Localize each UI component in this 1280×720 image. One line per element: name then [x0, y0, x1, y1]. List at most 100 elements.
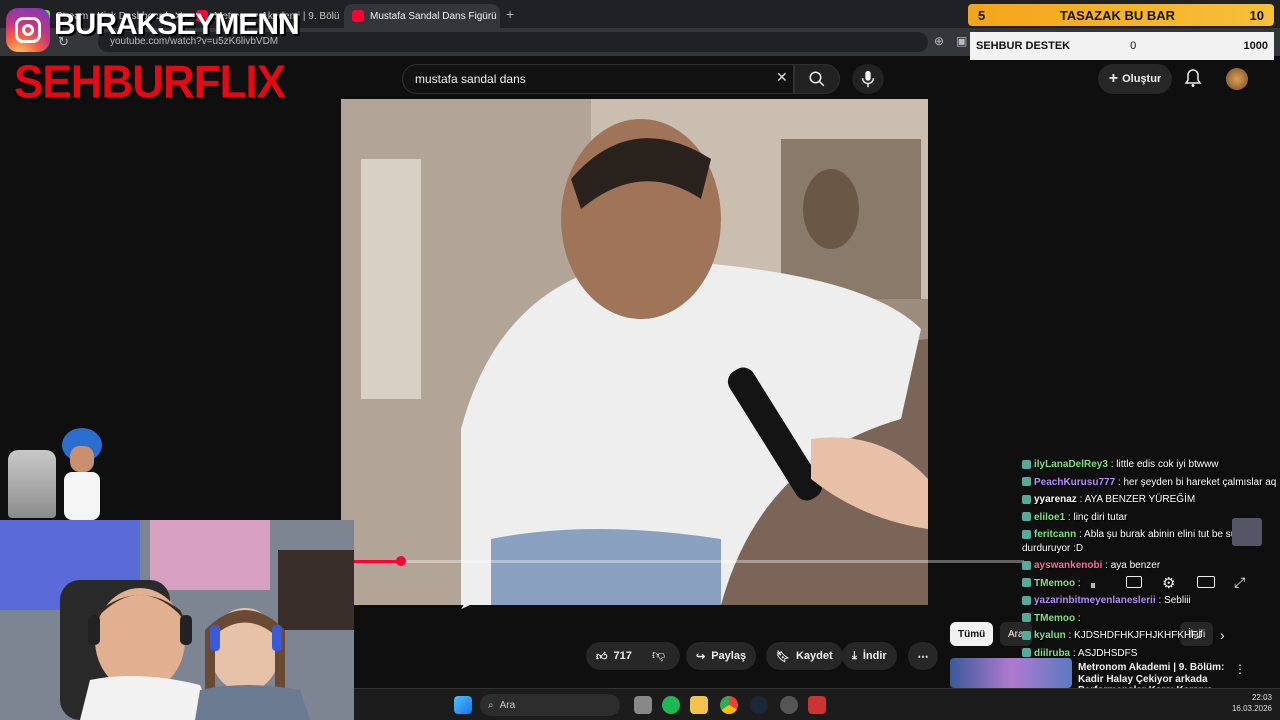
video-frame: [341, 99, 928, 605]
trash-can-image: [8, 450, 56, 518]
share-button[interactable]: ↪ Paylaş: [686, 642, 757, 670]
search-button[interactable]: [794, 64, 840, 94]
chat-text: : Sebliii: [1155, 595, 1191, 606]
share-label: Paylaş: [711, 650, 747, 662]
chat-message: TMemoo :: [1022, 612, 1280, 626]
progress-fill: [354, 560, 401, 563]
clock-time: 22:03: [1251, 693, 1272, 702]
taskbar-search-label: Ara: [499, 699, 516, 711]
webcam-image: [0, 520, 354, 720]
save-button[interactable]: 🔖︎ Kaydet: [766, 642, 843, 670]
chat-username[interactable]: kyalun: [1034, 630, 1066, 641]
system-clock[interactable]: 22:03 16.03.2026: [1232, 692, 1272, 714]
avatar[interactable]: [1226, 68, 1248, 90]
badge-icon: [1022, 578, 1031, 588]
like-button[interactable]: 👍︎ 717: [586, 642, 680, 670]
chat-text: :: [1075, 612, 1081, 624]
download-button[interactable]: ⤓ İndir: [842, 642, 897, 670]
chat-text: : ASJDHSDFS: [1070, 647, 1138, 659]
chat-message: TMemoo :: [1022, 577, 1280, 591]
chat-username[interactable]: eliloe1: [1034, 512, 1065, 523]
new-tab-icon[interactable]: +: [506, 6, 514, 22]
chat-message: ilyLanaDelRey3 : little edis cok iyi btw…: [1022, 458, 1280, 472]
zoom-icon[interactable]: ⊕: [934, 34, 944, 48]
badge-icon: [1022, 613, 1031, 623]
chat-message: yyarenaz : AYA BENZER YÜREĞİM: [1022, 493, 1280, 507]
spotify-icon[interactable]: [662, 696, 680, 714]
close-icon[interactable]: ✕: [497, 9, 500, 23]
chat-avatar: [1232, 518, 1262, 546]
chat-text: : linç diri tutar: [1065, 511, 1128, 523]
steam-icon[interactable]: [750, 696, 768, 714]
chat-text: : her şeyden bi hareket çalmıslar aq: [1115, 476, 1277, 488]
windows-taskbar: ⌕ Ara 22:03 16.03.2026: [354, 688, 1280, 720]
destek-goal: 1000: [1243, 40, 1268, 52]
chat-message: ayswankenobi : aya benzer: [1022, 559, 1280, 573]
cast-icon[interactable]: ▣: [956, 34, 967, 48]
file-explorer-icon[interactable]: [690, 696, 708, 714]
kebab-menu-icon[interactable]: ⋮: [1234, 662, 1246, 676]
chat-username[interactable]: ayswankenobi: [1034, 560, 1102, 571]
search-icon: [809, 71, 825, 87]
tasazak-bar: 5 TASAZAK BU BAR 10: [968, 4, 1274, 26]
tasazak-right-value: 10: [1249, 7, 1264, 23]
microphone-icon: [861, 70, 875, 88]
destek-label: SEHBUR DESTEK: [976, 40, 1071, 52]
share-icon: ↪: [696, 650, 706, 663]
download-icon: ⤓: [852, 649, 857, 662]
chat-text: : little edis cok iyi btwww: [1107, 459, 1219, 470]
chat-username[interactable]: PeachKurusu777: [1034, 477, 1115, 488]
taskbar-search[interactable]: ⌕ Ara: [480, 694, 620, 716]
chat-username[interactable]: diilruba: [1034, 648, 1070, 659]
progress-track[interactable]: [354, 560, 1024, 563]
tab-label: Mustafa Sandal Dans Figürü: [370, 10, 497, 22]
badge-icon: [1022, 630, 1031, 640]
clear-search-icon[interactable]: ✕: [776, 69, 788, 86]
tasazak-left-value: 5: [978, 7, 986, 23]
mouse-cursor: ➤: [460, 598, 471, 612]
notifications-icon[interactable]: [1184, 68, 1202, 93]
app-icon[interactable]: [808, 696, 826, 714]
chip-all[interactable]: Tümü: [950, 622, 994, 646]
create-label: Oluştur: [1122, 73, 1162, 85]
thumbs-down-icon[interactable]: 👎︎: [652, 647, 665, 663]
search-icon: ⌕: [488, 699, 494, 711]
create-button[interactable]: + Oluştur: [1098, 64, 1172, 94]
chat-text: : AYA BENZER YÜREĞİM: [1076, 494, 1196, 505]
badge-icon: [1022, 477, 1031, 487]
related-title-line: Kadir Halay Çekiyor arkada: [1078, 673, 1208, 685]
tab-mustafa-sandal[interactable]: Mustafa Sandal Dans Figürü ✕: [344, 4, 500, 28]
chat-message: yazarinbitmeyenlaneslerii : Sebliii: [1022, 594, 1280, 608]
instagram-handle: BURAKSEYMENN: [54, 8, 300, 41]
chat-message: kyalun : KJDSHDFHKJFHJKHFKHFJ: [1022, 629, 1280, 643]
search-input[interactable]: mustafa sandal dans: [402, 64, 794, 94]
badge-icon: [1022, 494, 1031, 504]
progress-scrubber[interactable]: [395, 556, 406, 566]
chat-username[interactable]: yazarinbitmeyenlaneslerii: [1034, 595, 1156, 606]
download-label: İndir: [862, 650, 887, 662]
badge-icon: [1022, 595, 1031, 605]
like-count: 717: [613, 650, 632, 662]
chat-overlay: ilyLanaDelRey3 : little edis cok iyi btw…: [1022, 458, 1280, 664]
tasazak-label: TASAZAK BU BAR: [1059, 7, 1176, 23]
chat-username[interactable]: TMemoo: [1034, 613, 1075, 624]
chat-message: PeachKurusu777 : her şeyden bi hareket ç…: [1022, 476, 1280, 490]
chat-username[interactable]: ilyLanaDelRey3: [1034, 459, 1108, 470]
save-label: Kaydet: [795, 650, 833, 662]
badge-icon: [1022, 512, 1031, 522]
chat-username[interactable]: yyarenaz: [1034, 494, 1077, 505]
character-sticker: [58, 428, 104, 520]
task-view-icon[interactable]: [634, 696, 652, 714]
chat-username[interactable]: TMemoo: [1034, 578, 1075, 589]
plus-icon: +: [1108, 70, 1119, 87]
obs-icon[interactable]: [780, 696, 798, 714]
chat-username[interactable]: feritcann: [1034, 529, 1076, 540]
video-player[interactable]: [341, 99, 928, 605]
more-actions-button[interactable]: ⋯: [908, 642, 938, 670]
start-icon[interactable]: [454, 696, 472, 714]
badge-icon: [1022, 459, 1031, 469]
destek-current: 0: [1130, 40, 1137, 52]
chrome-icon[interactable]: [720, 696, 738, 714]
voice-search-button[interactable]: [852, 64, 884, 94]
youtube-icon: [352, 10, 364, 22]
